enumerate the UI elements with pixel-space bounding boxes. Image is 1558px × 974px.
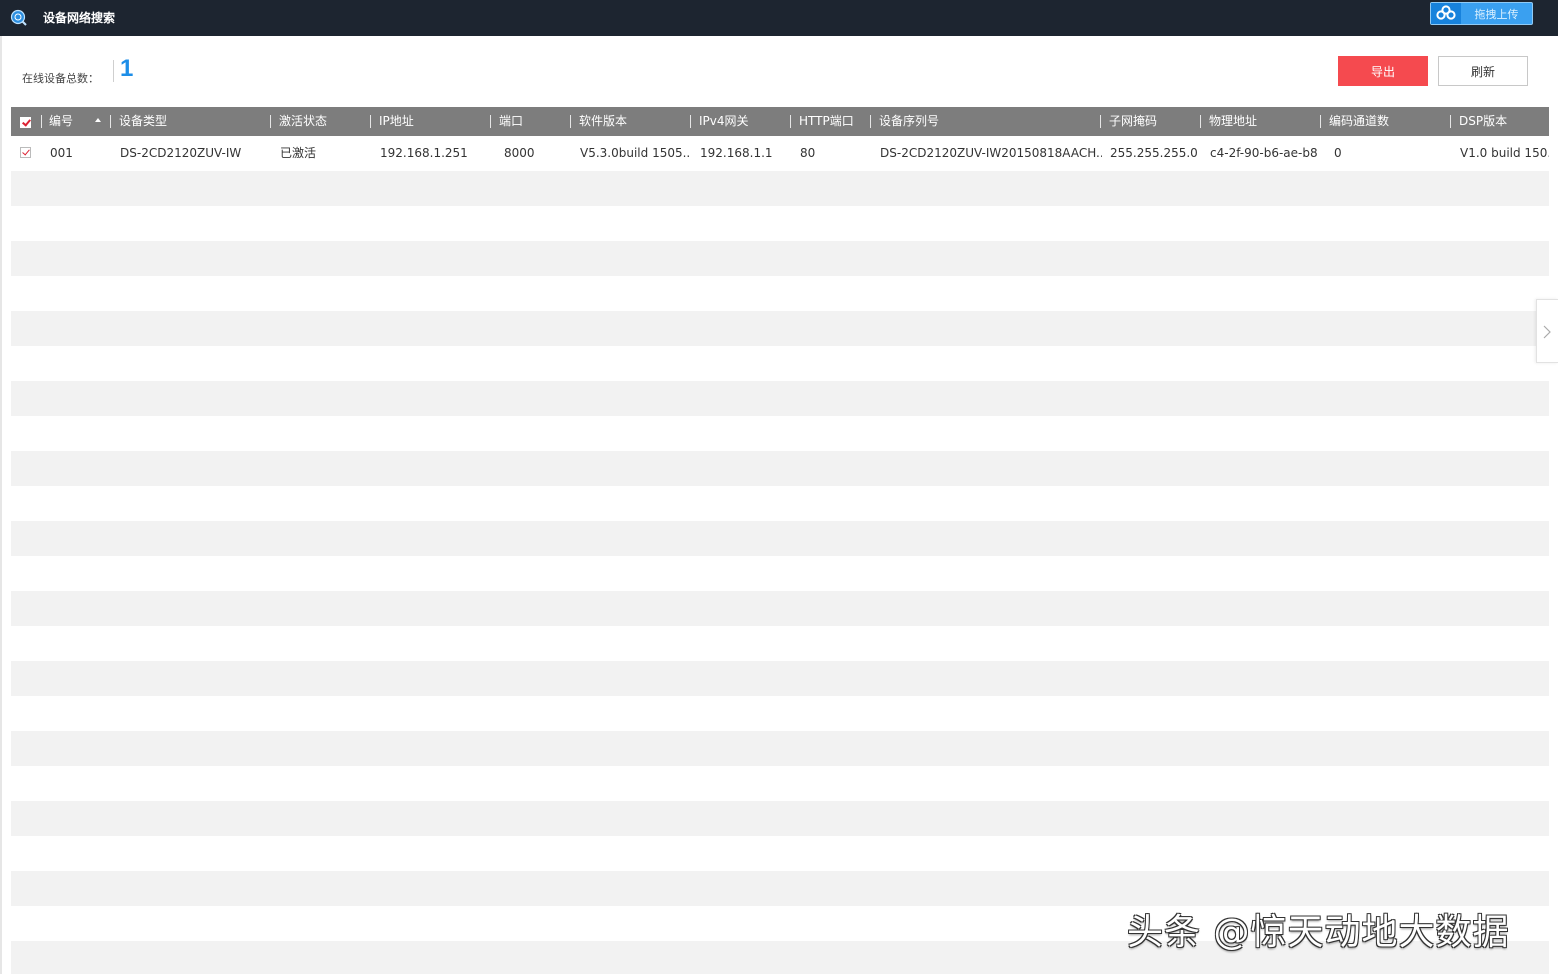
table-row-stripe [11,731,1549,766]
column-header-device-type[interactable]: 设备类型 [119,107,167,136]
cell-subnet-mask: 255.255.255.0 [1110,146,1198,160]
cell-encoding-channels: 0 [1334,146,1342,160]
row-checkbox[interactable] [20,147,31,158]
cell-software-version: V5.3.0build 1505... [580,146,690,160]
device-table: 编号 设备类型 激活状态 IP地址 端口 软件版本 IPv4网关 HTTP端口 … [11,107,1549,974]
column-header-index[interactable]: 编号 [49,107,73,136]
online-total-label: 在线设备总数： [22,72,99,85]
select-all-checkbox[interactable] [20,117,31,128]
table-header: 编号 设备类型 激活状态 IP地址 端口 软件版本 IPv4网关 HTTP端口 … [11,107,1549,136]
column-header-dsp-version[interactable]: DSP版本 [1459,107,1507,136]
table-row-stripe [11,801,1549,836]
chevron-right-icon [1543,325,1551,339]
column-divider[interactable] [41,115,42,128]
cell-activation-status: 已激活 [280,146,317,160]
column-header-ipv4-gateway[interactable]: IPv4网关 [699,107,749,136]
side-panel-toggle[interactable] [1536,299,1558,363]
table-row-stripe [11,381,1549,416]
column-divider[interactable] [790,115,791,128]
window-left-border [0,36,2,974]
cell-device-type: DS-2CD2120ZUV-IW [120,146,242,160]
column-divider[interactable] [870,115,871,128]
window-titlebar: 设备网络搜索 拖拽上传 [0,0,1558,36]
sort-ascending-icon[interactable] [95,118,101,122]
table-row[interactable]: 001 DS-2CD2120ZUV-IW 已激活 192.168.1.251 8… [11,136,1549,171]
watermark-text: 头条 @惊天动地大数据 [1127,912,1510,953]
table-row-stripe [11,171,1549,206]
column-divider[interactable] [570,115,571,128]
column-divider[interactable] [1320,115,1321,128]
column-header-http-port[interactable]: HTTP端口 [799,107,854,136]
column-header-activation-status[interactable]: 激活状态 [279,107,327,136]
column-header-serial-number[interactable]: 设备序列号 [879,107,939,136]
drag-upload-label: 拖拽上传 [1474,8,1519,21]
column-header-encoding-channels[interactable]: 编码通道数 [1329,107,1389,136]
column-header-port[interactable]: 端口 [499,107,523,136]
column-divider[interactable] [1200,115,1201,128]
column-divider[interactable] [110,115,111,128]
column-divider[interactable] [1450,115,1451,128]
table-row-stripe [11,521,1549,556]
cell-ip-address: 192.168.1.251 [380,146,468,160]
cell-dsp-version: V1.0 build 150... [1460,146,1549,160]
cell-ipv4-gateway: 192.168.1.1 [700,146,773,160]
table-row-stripe [11,451,1549,486]
online-total-value: 1 [120,55,134,82]
column-divider[interactable] [270,115,271,128]
cell-port: 8000 [504,146,535,160]
table-row-stripe [11,661,1549,696]
summary-divider [113,60,114,82]
table-row-stripe [11,591,1549,626]
window-title: 设备网络搜索 [43,11,116,25]
cell-mac-address: c4-2f-90-b6-ae-b8 [1210,146,1318,160]
table-row-stripe [11,311,1549,346]
column-header-subnet-mask[interactable]: 子网掩码 [1109,107,1157,136]
cell-http-port: 80 [800,146,816,160]
table-row-stripe [11,871,1549,906]
cell-serial-number: DS-2CD2120ZUV-IW20150818AACH... [880,146,1102,160]
column-divider[interactable] [1100,115,1101,128]
column-header-ip-address[interactable]: IP地址 [379,107,414,136]
refresh-button[interactable]: 刷新 [1438,56,1528,86]
column-header-software-version[interactable]: 软件版本 [579,107,627,136]
drag-upload-button[interactable]: 拖拽上传 [1430,2,1533,25]
column-divider[interactable] [690,115,691,128]
column-divider[interactable] [490,115,491,128]
table-row-stripe [11,241,1549,276]
column-divider[interactable] [370,115,371,128]
export-button[interactable]: 导出 [1338,56,1428,86]
cloud-icon [1431,3,1461,24]
cell-index: 001 [50,146,73,160]
column-header-mac-address[interactable]: 物理地址 [1209,107,1257,136]
search-globe-icon [10,9,27,26]
